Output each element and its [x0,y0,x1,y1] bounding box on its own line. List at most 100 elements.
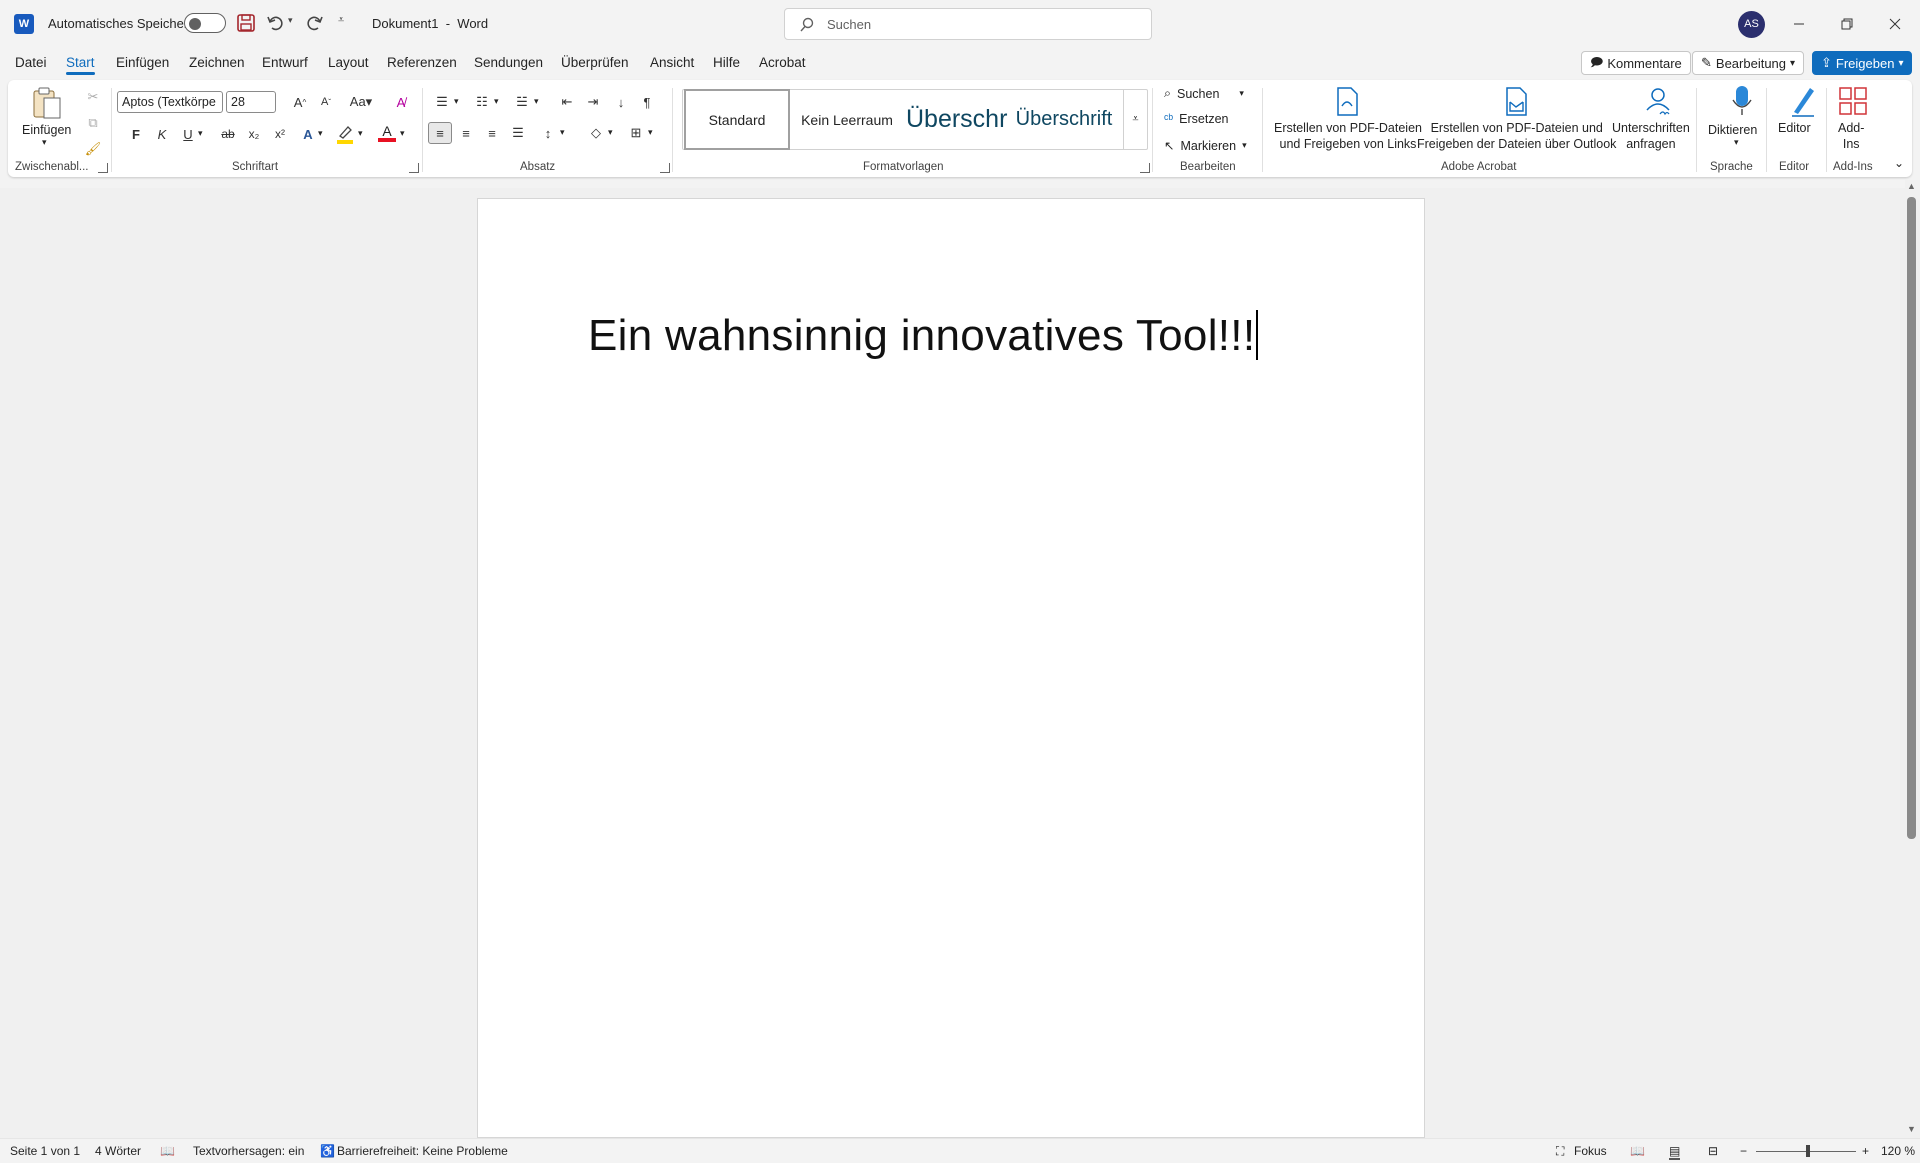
font-color-dropdown-icon[interactable]: ▾ [400,128,405,139]
pdf-outlook-icon[interactable] [1501,86,1531,118]
avatar[interactable]: AS [1738,11,1765,38]
cut-icon[interactable]: ✂ [81,86,105,108]
highlight-icon[interactable] [336,124,354,144]
select-button[interactable]: ↖ Markieren ▾ [1164,138,1247,154]
format-painter-icon[interactable]: 🖌 [81,138,105,160]
numbering-icon[interactable]: ☷ [470,91,494,113]
clear-formatting-icon[interactable]: A̸ [389,91,413,113]
text-predictions[interactable]: Textvorhersagen: ein [193,1144,304,1158]
restore-icon[interactable] [1824,0,1870,48]
paste-label[interactable]: Einfügen [22,122,71,138]
customize-toolbar-icon[interactable]: ⩡ [338,14,344,27]
editor-label[interactable]: Editor [1778,120,1811,136]
shrink-font-icon[interactable]: Aˇ [314,91,338,113]
collapse-ribbon-icon[interactable]: ⌄ [1894,156,1904,170]
replace-button[interactable]: ᶜᵇ Ersetzen [1164,112,1229,126]
shading-icon[interactable]: ◇ [584,122,608,144]
multilevel-dropdown-icon[interactable]: ▾ [534,96,539,107]
accessibility-icon[interactable]: ♿ [320,1144,335,1158]
grow-font-icon[interactable]: A ^ [288,91,312,113]
dictate-label[interactable]: Diktieren [1708,122,1757,138]
clipboard-launcher-icon[interactable] [98,163,108,173]
zoom-out-icon[interactable]: − [1740,1144,1747,1158]
subscript-button[interactable]: x₂ [242,123,266,145]
bullets-dropdown-icon[interactable]: ▾ [454,96,459,107]
underline-dropdown-icon[interactable]: ▾ [198,128,203,139]
undo-dropdown-icon[interactable]: ▾ [288,15,293,26]
request-signatures-button[interactable]: Unterschriften anfragen [1612,120,1690,152]
line-spacing-dropdown-icon[interactable]: ▾ [560,127,565,138]
font-family-select[interactable]: Aptos (Textkörpe [117,91,223,113]
zoom-level[interactable]: 120 % [1881,1144,1915,1158]
paste-dropdown-icon[interactable]: ▾ [42,137,47,148]
dictate-dropdown-icon[interactable]: ▾ [1734,137,1739,148]
print-layout-icon[interactable]: ▤ [1669,1144,1681,1160]
font-launcher-icon[interactable] [409,163,419,173]
text-effects-dropdown-icon[interactable]: ▾ [318,128,323,139]
styles-more-icon[interactable]: ⩡ [1123,89,1147,150]
word-count[interactable]: 4 Wörter [95,1144,141,1158]
zoom-in-icon[interactable]: + [1862,1144,1869,1158]
style-heading-2[interactable]: Überschrift [1010,89,1118,150]
strikethrough-button[interactable]: ab [216,123,240,145]
minimize-icon[interactable] [1776,0,1822,48]
undo-icon[interactable] [266,14,286,32]
addins-button[interactable]: Add- Ins [1838,120,1864,152]
focus-icon[interactable]: ⛶ [1556,1144,1564,1159]
tab-sendungen[interactable]: Sendungen [474,55,543,70]
proofing-icon[interactable]: 📖 [160,1144,175,1158]
tab-start[interactable]: Start [66,55,95,75]
superscript-button[interactable]: x² [268,123,292,145]
paragraph-launcher-icon[interactable] [660,163,670,173]
tab-referenzen[interactable]: Referenzen [387,55,457,70]
tab-datei[interactable]: Datei [15,55,47,70]
tab-einfuegen[interactable]: Einfügen [116,55,169,70]
borders-dropdown-icon[interactable]: ▾ [648,127,653,138]
comments-button[interactable]: 🗩 Kommentare [1581,51,1691,75]
pdf-link-icon[interactable] [1332,86,1362,118]
addins-icon[interactable] [1838,86,1868,116]
pdf-links-button[interactable]: Erstellen von PDF-Dateien und Freigeben v… [1274,120,1422,152]
italic-button[interactable]: K [150,123,174,145]
editing-mode-button[interactable]: ✎ Bearbeitung ▾ [1692,51,1805,75]
style-no-spacing[interactable]: Kein Leerraum [794,89,900,150]
style-heading-1[interactable]: Überschr [902,89,1008,150]
page-count[interactable]: Seite 1 von 1 [10,1144,80,1158]
zoom-slider-thumb[interactable] [1806,1145,1810,1157]
tab-layout[interactable]: Layout [328,55,369,70]
redo-icon[interactable] [304,14,324,32]
scroll-up-icon[interactable]: ▲ [1907,181,1916,191]
align-left-button[interactable]: ≡ [428,122,452,144]
change-case-icon[interactable]: Aa▾ [344,91,378,113]
increase-indent-icon[interactable]: ⇥ [581,91,605,113]
share-button[interactable]: ⇪ Freigeben ▾ [1812,51,1913,75]
highlight-dropdown-icon[interactable]: ▾ [358,128,363,139]
text-effects-icon[interactable]: A [296,123,320,145]
pdf-outlook-button[interactable]: Erstellen von PDF-Dateien und Freigeben d… [1417,120,1616,152]
style-standard[interactable]: Standard [684,89,790,150]
line-spacing-icon[interactable]: ↕ [536,122,560,144]
sort-icon[interactable]: ↓ [609,91,633,113]
tab-acrobat[interactable]: Acrobat [759,55,806,70]
search-box[interactable]: Suchen [784,8,1152,40]
save-icon[interactable] [236,13,256,33]
read-mode-icon[interactable]: 📖 [1630,1144,1645,1158]
styles-launcher-icon[interactable] [1140,163,1150,173]
font-size-select[interactable]: 28 [226,91,276,113]
tab-entwurf[interactable]: Entwurf [262,55,308,70]
find-button[interactable]: ⌕ Suchen ▾ [1164,86,1244,101]
accessibility-status[interactable]: Barrierefreiheit: Keine Probleme [337,1144,508,1158]
microphone-icon[interactable] [1730,84,1754,120]
copy-icon[interactable]: ⧉ [81,112,105,134]
bullets-icon[interactable]: ☰ [430,91,454,113]
tab-ueberpruefen[interactable]: Überprüfen [561,55,629,70]
align-center-button[interactable]: ≡ [454,122,478,144]
web-layout-icon[interactable]: ⊟ [1708,1144,1718,1158]
focus-mode[interactable]: Fokus [1574,1144,1607,1158]
document-text[interactable]: Ein wahnsinnig innovatives Tool!!! [588,310,1259,361]
scrollbar-thumb[interactable] [1907,197,1916,839]
bold-button[interactable]: F [124,123,148,145]
numbering-dropdown-icon[interactable]: ▾ [494,96,499,107]
close-icon[interactable] [1872,0,1918,48]
underline-button[interactable]: U [176,123,200,145]
